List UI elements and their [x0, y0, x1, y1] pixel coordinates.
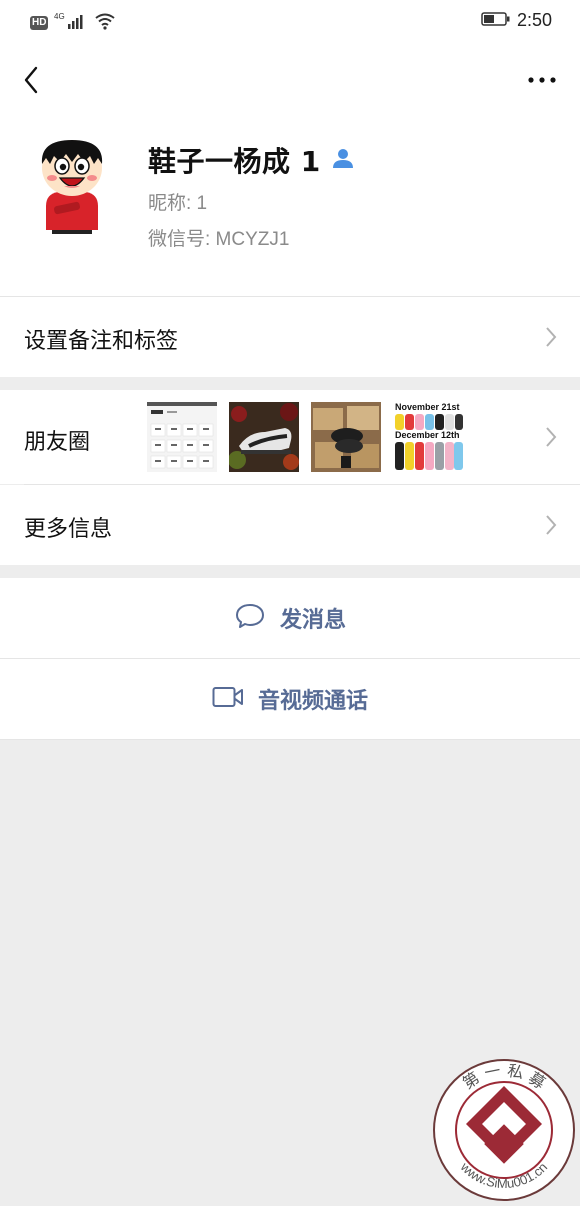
status-left: HD 4G	[30, 11, 116, 35]
more-info-row[interactable]: 更多信息	[0, 485, 580, 565]
more-dots-icon[interactable]	[524, 68, 560, 92]
chevron-right-icon	[544, 514, 558, 536]
moments-thumb-3[interactable]	[311, 402, 381, 472]
send-message-button[interactable]: 发消息	[0, 578, 580, 658]
network-type-label: 4G	[54, 12, 65, 21]
nav-bar	[0, 44, 580, 116]
watermark-logo: 第 一 私 募 www.SiMu001.cn	[432, 1058, 576, 1202]
moments-thumbnails: November 21st December 12th	[147, 402, 463, 472]
moments-thumb-2[interactable]	[229, 402, 299, 472]
thumb-date-2: December 12th	[395, 430, 460, 440]
moments-thumb-1[interactable]	[147, 402, 217, 472]
display-name: 鞋子一杨成 1	[148, 145, 321, 178]
chevron-right-icon	[544, 326, 558, 348]
video-camera-icon	[212, 686, 244, 712]
status-right: 2:50	[481, 10, 552, 31]
status-bar: HD 4G 2:50	[0, 0, 580, 44]
chat-bubble-icon	[234, 602, 266, 634]
signal-icon: 4G	[54, 11, 88, 35]
nickname: 昵称: 1	[148, 193, 208, 214]
contact-person-icon	[331, 146, 355, 174]
back-chevron-icon[interactable]	[16, 62, 46, 98]
moments-thumb-4[interactable]: November 21st December 12th	[393, 402, 463, 472]
status-time: 2:50	[516, 10, 552, 30]
wechat-id: 微信号: MCYZJ1	[148, 229, 290, 250]
wifi-icon	[94, 12, 116, 34]
divider	[0, 739, 580, 740]
more-info-label: 更多信息	[24, 517, 113, 542]
video-call-button[interactable]: 音视频通话	[0, 659, 580, 739]
moments-row[interactable]: 朋友圈 November 21st December 12th	[0, 390, 580, 484]
hd-badge: HD	[30, 16, 49, 30]
name-row: 鞋子一杨成 1	[148, 140, 355, 180]
video-call-label: 音视频通话	[257, 689, 368, 714]
chevron-right-icon	[544, 426, 558, 448]
profile-header: 鞋子一杨成 1 昵称: 1 微信号: MCYZJ1	[0, 116, 580, 296]
avatar[interactable]	[32, 134, 112, 234]
battery-icon	[481, 11, 511, 31]
remark-tags-label: 设置备注和标签	[24, 329, 179, 354]
remark-tags-row[interactable]: 设置备注和标签	[0, 297, 580, 377]
moments-label: 朋友圈	[24, 430, 91, 455]
send-message-label: 发消息	[279, 608, 346, 633]
